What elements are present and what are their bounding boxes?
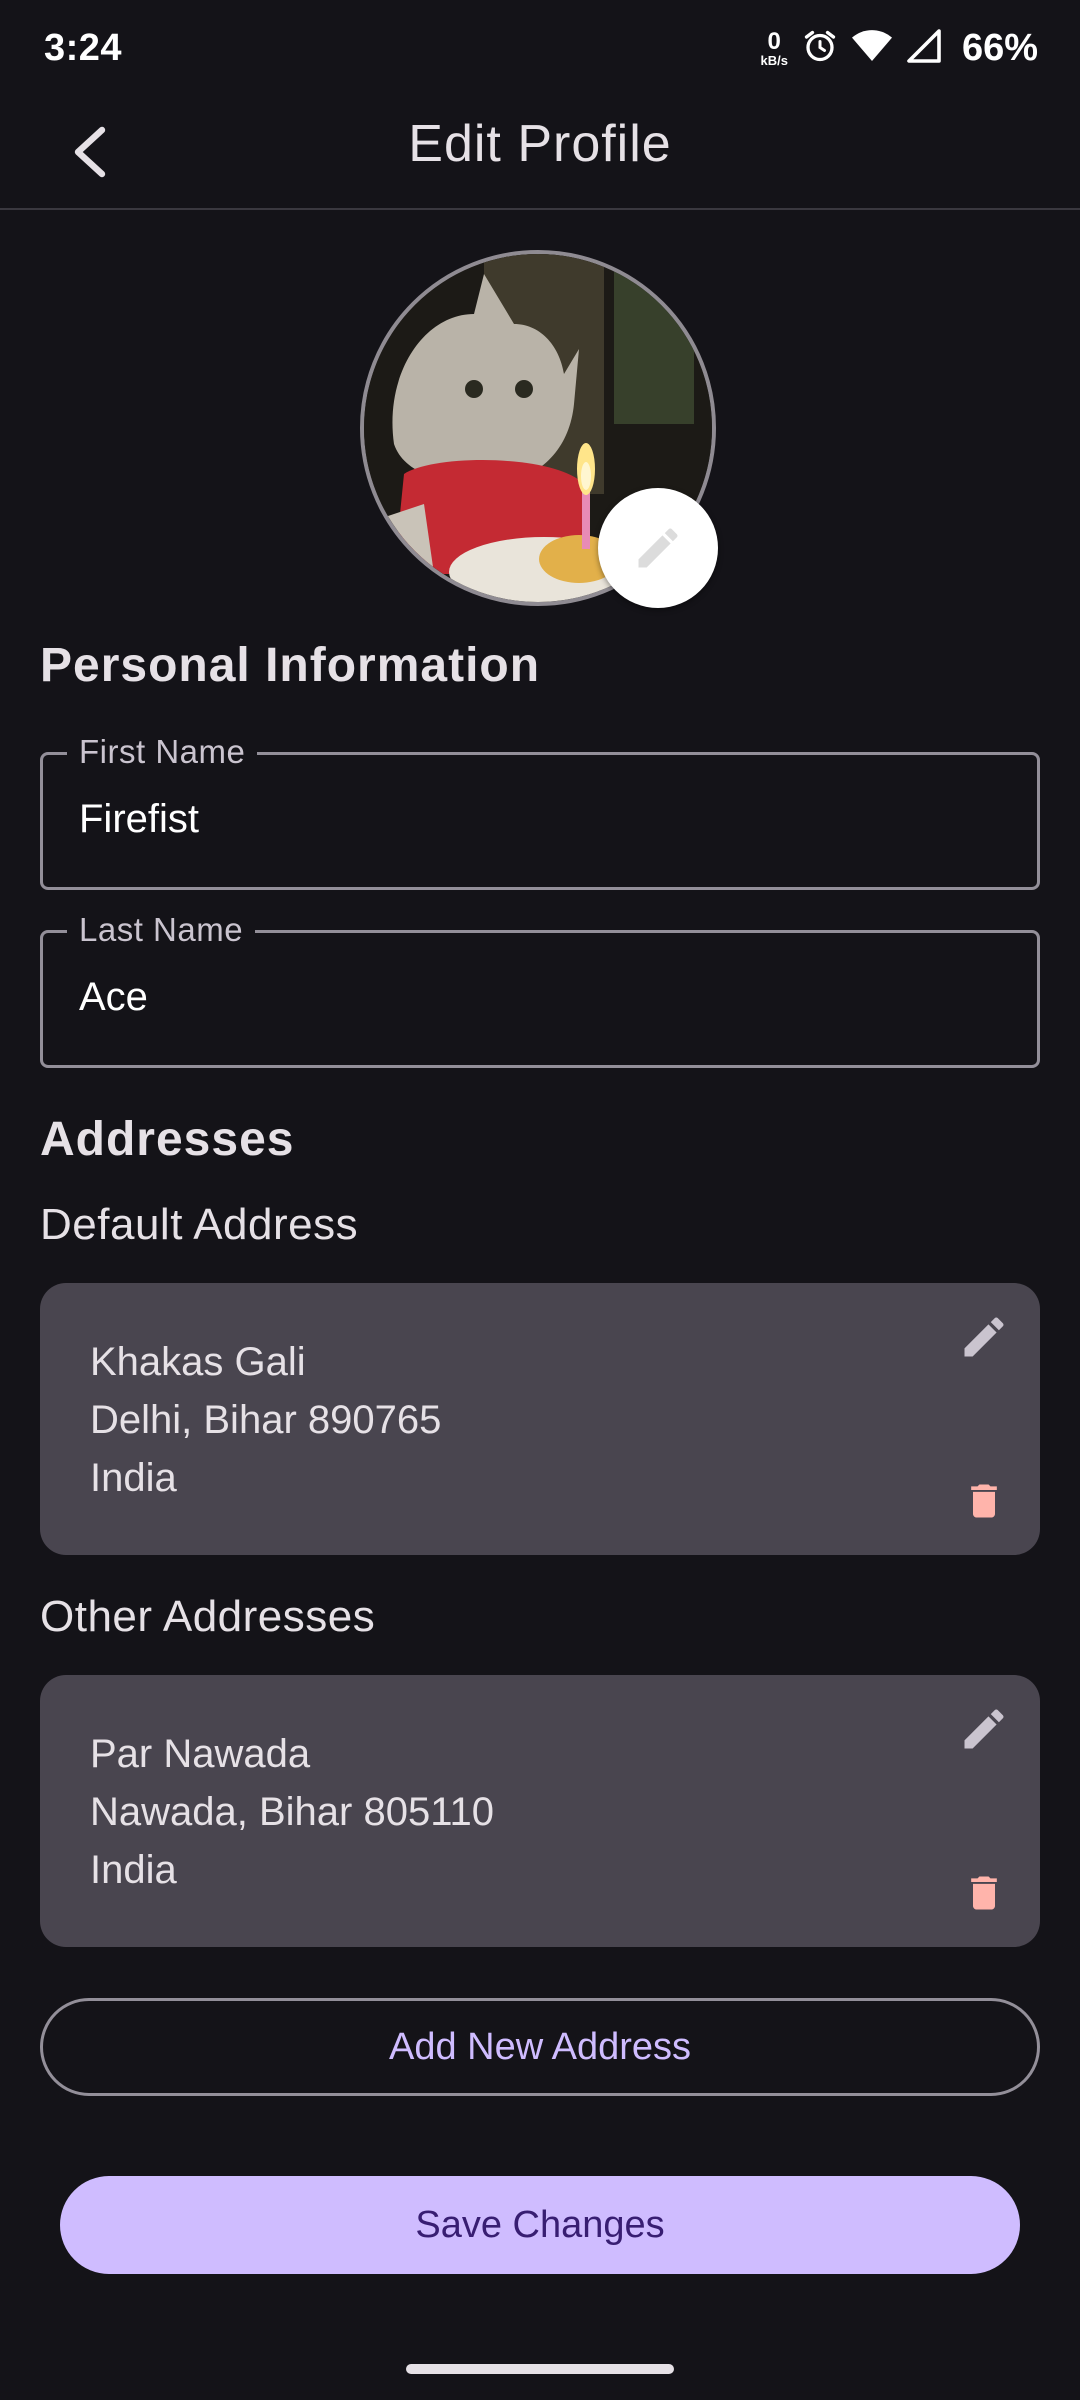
gesture-navigation-handle[interactable] [406, 2364, 674, 2374]
first-name-label: First Name [67, 733, 258, 771]
pencil-icon [964, 1317, 1004, 1357]
page-title: Edit Profile [408, 115, 672, 173]
delete-address-button[interactable] [954, 1469, 1014, 1533]
other-addresses-heading: Other Addresses [40, 1592, 376, 1641]
delete-address-button[interactable] [954, 1861, 1014, 1925]
last-name-label: Last Name [67, 911, 256, 949]
edit-address-button[interactable] [952, 1697, 1016, 1761]
last-name-field[interactable]: Last Name Ace [40, 911, 1040, 1068]
address-text: Par Nawada Nawada, Bihar 805110 India [90, 1725, 494, 1899]
network-speed: 0 kB/s [760, 27, 788, 68]
personal-info-heading: Personal Information [40, 639, 541, 692]
status-icons: 0 kB/s 66% [760, 27, 1038, 70]
cellular-signal-icon [906, 28, 942, 69]
first-name-value[interactable]: Firefist [79, 797, 199, 842]
save-changes-button[interactable]: Save Changes [60, 2176, 1020, 2274]
app-bar: Edit Profile [0, 96, 1080, 210]
address-line-2: Nawada, Bihar 805110 [90, 1790, 494, 1834]
profile-avatar-section [360, 250, 720, 610]
address-line-3: India [90, 1456, 177, 1500]
wifi-icon [851, 28, 892, 69]
status-bar: 3:24 0 kB/s 66% [0, 0, 1080, 96]
battery-level: 66% [961, 26, 1038, 69]
edit-avatar-button[interactable] [598, 488, 718, 608]
address-line-2: Delhi, Bihar 890765 [90, 1398, 442, 1442]
other-address-card: Par Nawada Nawada, Bihar 805110 India [40, 1675, 1040, 1947]
first-name-field[interactable]: First Name Firefist [40, 733, 1040, 890]
trash-icon [971, 1484, 997, 1518]
alarm-icon [802, 28, 838, 69]
pencil-icon [638, 528, 678, 568]
default-address-heading: Default Address [40, 1200, 359, 1249]
address-line-3: India [90, 1848, 177, 1892]
addresses-heading: Addresses [40, 1113, 295, 1166]
status-time: 3:24 [44, 26, 123, 69]
network-speed-value: 0 [767, 27, 781, 55]
default-address-card: Khakas Gali Delhi, Bihar 890765 India [40, 1283, 1040, 1555]
edit-address-button[interactable] [952, 1305, 1016, 1369]
address-line-1: Khakas Gali [90, 1340, 306, 1384]
address-text: Khakas Gali Delhi, Bihar 890765 India [90, 1333, 441, 1507]
add-new-address-button[interactable]: Add New Address [40, 1998, 1040, 2096]
pencil-icon [964, 1709, 1004, 1749]
trash-icon [971, 1876, 997, 1910]
network-speed-unit: kB/s [760, 52, 788, 68]
address-line-1: Par Nawada [90, 1732, 311, 1776]
last-name-value[interactable]: Ace [79, 975, 148, 1020]
